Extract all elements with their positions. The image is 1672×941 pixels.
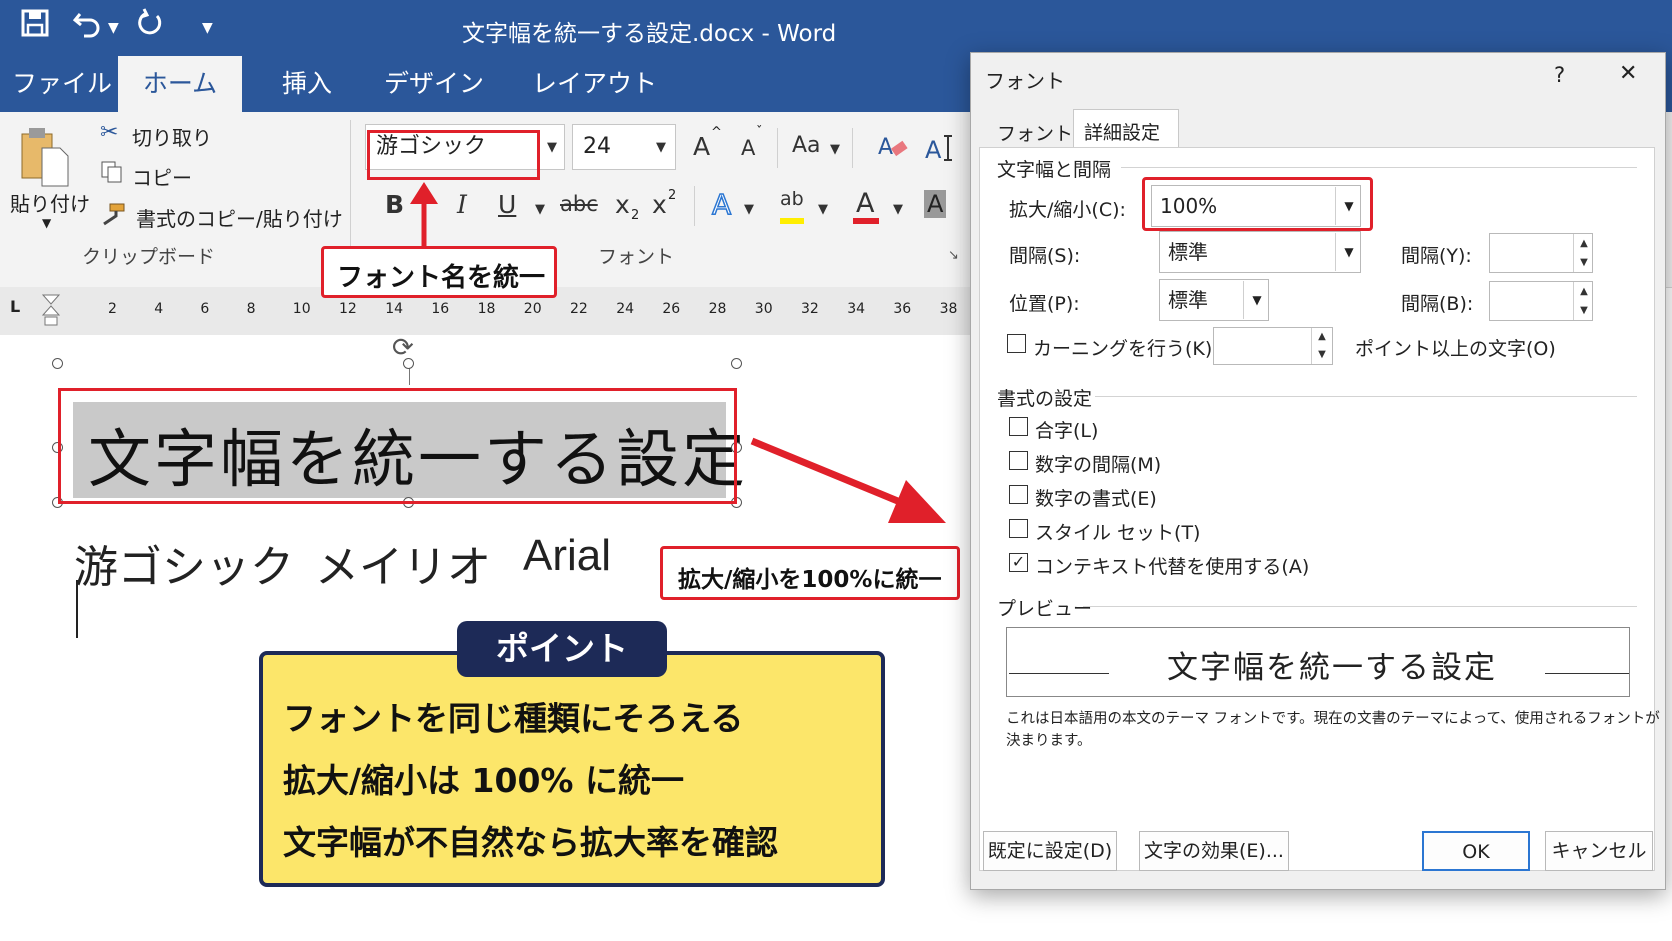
section-divider [1083,606,1637,607]
stylistic-set-checkbox[interactable] [1009,519,1028,538]
option-label: 数字の書式(E) [1035,488,1157,510]
ligature-checkbox[interactable] [1009,417,1028,436]
spacing-label: 間隔(S): [1009,245,1081,267]
option-label: コンテキスト代替を使用する(A) [1035,556,1310,578]
dialog-title: フォント [985,69,1065,93]
help-button[interactable]: ? [1554,63,1565,87]
theme-note-line1: これは日本語用の本文のテーマ フォントです。現在の文書のテーマによって、使用され… [1006,711,1660,727]
preview-baseline [1009,673,1109,674]
dialog-tab-advanced[interactable]: 詳細設定 [1073,109,1179,148]
callout-scale-text: 拡大/縮小を100%に統一 [678,567,942,593]
preview-baseline [1545,673,1629,674]
scale-red-frame [1142,177,1373,231]
number-form-checkbox[interactable] [1009,485,1028,504]
section-divider [1121,167,1637,168]
spin-down-icon[interactable]: ▼ [1573,253,1594,272]
point-title-badge: ポイント [457,621,667,677]
section-divider [1095,396,1637,397]
number-spacing-checkbox[interactable] [1009,451,1028,470]
contextual-alternates-checkbox[interactable]: ✓ [1009,553,1028,572]
scale-callout-arrow-shaft [750,437,907,508]
font-dialog: フォント ? ✕ フォント 詳細設定 文字幅と間隔 拡大/縮小(C): 100%… [970,52,1666,890]
close-button[interactable]: ✕ [1619,61,1637,86]
spin-up-icon[interactable]: ▲ [1311,328,1332,346]
text-effects-button[interactable]: 文字の効果(E)... [1139,831,1289,871]
option-label: 合字(L) [1035,420,1099,442]
set-default-button[interactable]: 既定に設定(D) [983,831,1117,871]
option-label: スタイル セット(T) [1035,522,1201,544]
point-line: フォントを同じ種類にそろえる [283,699,744,738]
position-label: 位置(P): [1009,293,1080,315]
section-format-title: 書式の設定 [997,388,1093,410]
point-box: フォントを同じ種類にそろえる 拡大/縮小は 100% に統一 文字幅が不自然なら… [259,651,885,887]
kerning-suffix: ポイント以上の文字(O) [1355,338,1556,360]
section-spacing-title: 文字幅と間隔 [997,159,1112,181]
point-lines: フォントを同じ種類にそろえる 拡大/縮小は 100% に統一 文字幅が不自然なら… [283,688,778,874]
section-preview-title: プレビュー [997,598,1093,620]
spacing-by-label: 間隔(Y): [1401,245,1472,267]
spin-up-icon[interactable]: ▲ [1573,234,1594,253]
position-dropdown-icon[interactable]: ▼ [1243,281,1270,319]
dialog-tab-advanced-label: 詳細設定 [1084,122,1161,144]
position-by-label: 間隔(B): [1401,293,1474,315]
spacing-select[interactable]: 標準 [1159,231,1361,273]
preview-text: 文字幅を統一する設定 [1167,650,1497,686]
kerning-checkbox[interactable] [1007,334,1026,353]
callout-font-name-text: フォント名を統一 [337,263,546,293]
cancel-button[interactable]: キャンセル [1545,831,1653,871]
callout-font-name: フォント名を統一 [321,246,557,298]
spin-down-icon[interactable]: ▼ [1311,346,1332,364]
preview-box: 文字幅を統一する設定 [1006,627,1630,697]
option-label: 数字の間隔(M) [1035,454,1162,476]
point-line: 拡大/縮小は 100% に統一 [283,761,684,800]
dialog-tab-font[interactable]: フォント [997,119,1073,146]
spin-down-icon[interactable]: ▼ [1573,301,1594,320]
ok-button[interactable]: OK [1422,831,1530,871]
point-title: ポイント [496,629,628,668]
point-line: 文字幅が不自然なら拡大率を確認 [283,823,778,862]
kerning-label: カーニングを行う(K): [1033,338,1219,360]
font-callout-arrowhead [410,182,438,204]
scale-label: 拡大/縮小(C): [1009,199,1126,221]
theme-note-line2: 決まります。 [1006,733,1092,749]
callout-scale: 拡大/縮小を100%に統一 [660,546,960,600]
spacing-dropdown-icon[interactable]: ▼ [1335,233,1362,271]
spin-up-icon[interactable]: ▲ [1573,282,1594,301]
